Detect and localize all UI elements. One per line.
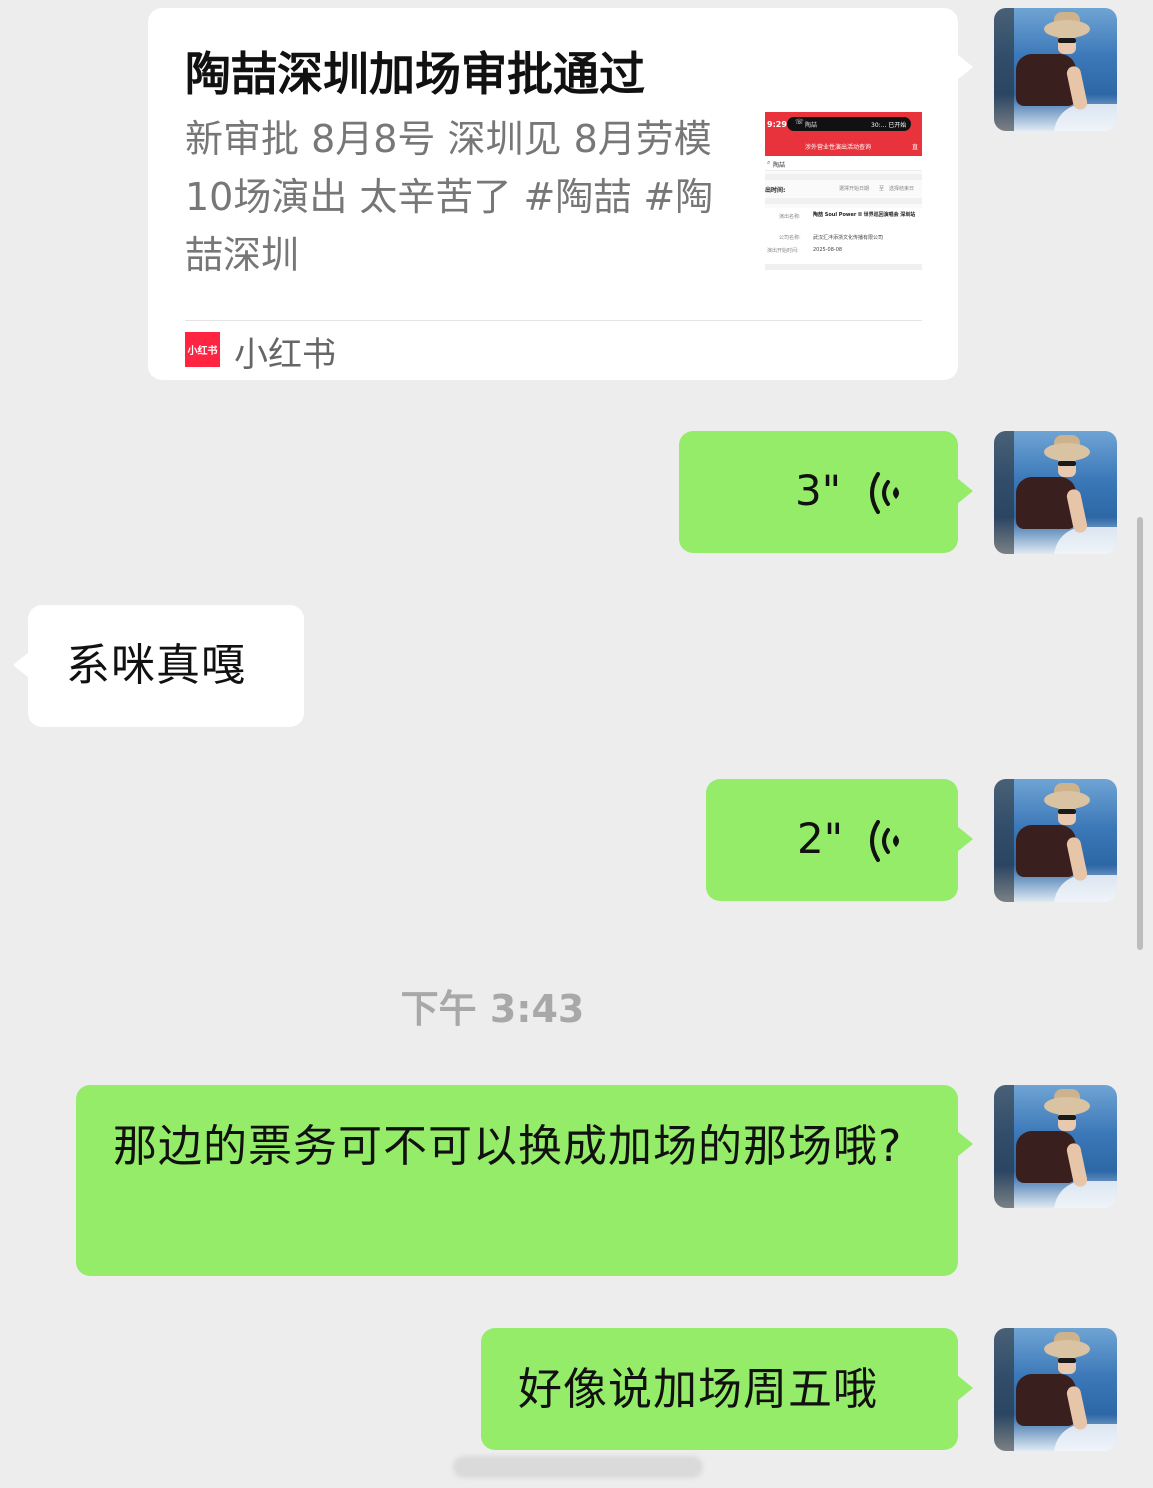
thumb-company-label: 公司名称: <box>779 235 801 241</box>
bubble-tail <box>957 826 973 852</box>
thumb-banner-right: 直 <box>912 144 919 151</box>
xiaohongshu-logo-icon: 小红书 <box>185 332 220 367</box>
thumb-sep2 <box>765 198 922 204</box>
thumb-company-value: 武汉汇沣添浙文化传播有限公司 <box>813 235 884 241</box>
shared-card-tail <box>957 54 973 80</box>
thumb-sep3 <box>765 264 922 270</box>
thumb-name-label: 演出名称: <box>779 214 801 220</box>
thumb-end-date: 选择结束日 <box>889 186 915 192</box>
voice-wave-icon <box>870 472 899 514</box>
thumb-app-name: 陶喆 <box>805 122 818 129</box>
card-title: 陶喆深圳加场审批通过 <box>185 47 645 101</box>
home-indicator <box>453 1456 703 1478</box>
avatar[interactable] <box>994 779 1117 902</box>
thumb-date-label: 演出开始时间: <box>767 248 799 254</box>
thumb-call-time: 30:... 已开始 <box>871 122 907 129</box>
thumb-name-value: 陶喆 Soul Power II 世界巡回演唱会 深圳站 <box>813 212 916 218</box>
avatar[interactable] <box>994 1085 1117 1208</box>
voice-wave-icon <box>870 820 899 862</box>
avatar[interactable] <box>994 431 1117 554</box>
thumb-row-label: 出时间: <box>765 187 786 194</box>
avatar[interactable] <box>994 1328 1117 1451</box>
card-source: 小红书 <box>234 335 336 375</box>
voice-duration: 3" <box>795 466 842 515</box>
card-description: 新审批 8月8号 深圳见 8月劳模 10场演出 太辛苦了 #陶喆 #陶喆深圳 <box>185 117 714 277</box>
bubble-tail <box>957 1375 973 1401</box>
message-text: 那边的票务可不可以换成加场的那场哦? <box>113 1121 903 1172</box>
thumb-search-value: 陶喆 <box>773 162 786 169</box>
phone-icon: ☏ <box>795 118 804 126</box>
message-text: 好像说加场周五哦 <box>518 1364 878 1415</box>
thumb-date-value: 2025-08-08 <box>813 247 843 253</box>
message-text: 系咪真嘎 <box>66 640 246 691</box>
voice-duration: 2" <box>797 814 844 863</box>
search-icon: ⌕ <box>767 159 771 166</box>
thumb-sep <box>765 174 922 180</box>
card-thumbnail: 9:29 ☏ 陶喆 30:... 已开始 涉外营业性演出活动查询 直 ⌕ 陶喆 … <box>765 112 922 270</box>
card-divider <box>185 320 922 321</box>
bubble-tail <box>957 1131 973 1157</box>
thumb-search-row <box>765 156 922 171</box>
thumb-start-date: 選擇开始日期 <box>839 186 870 192</box>
scrollbar[interactable] <box>1137 517 1143 950</box>
thumb-date-sep: 至 <box>879 186 885 192</box>
bubble-tail <box>13 652 29 678</box>
timestamp: 下午 3:43 <box>400 987 585 1031</box>
bubble-tail <box>957 478 973 504</box>
thumb-time: 9:29 <box>767 120 787 129</box>
thumb-banner: 涉外营业性演出活动查询 <box>805 144 872 151</box>
avatar[interactable] <box>994 8 1117 131</box>
